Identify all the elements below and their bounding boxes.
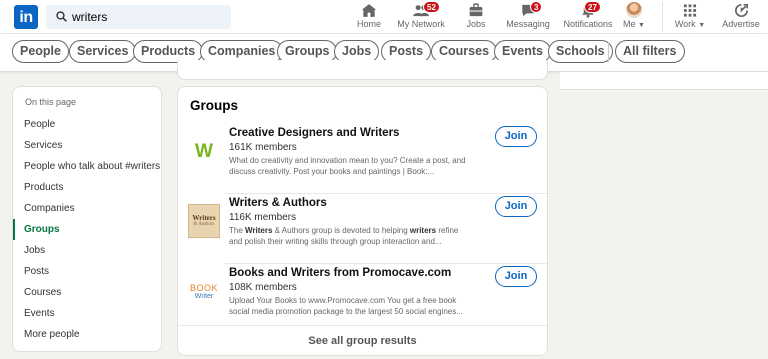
- network-count-badge: 52: [423, 1, 440, 13]
- notifications-count-badge: 27: [584, 1, 601, 13]
- group-name[interactable]: Creative Designers and Writers: [229, 127, 399, 139]
- nav-advertise-label: Advertise: [722, 19, 760, 29]
- join-button[interactable]: Join: [495, 196, 537, 217]
- sidebar-heading: On this page: [25, 97, 77, 107]
- sidebar-item-groups[interactable]: Groups: [13, 219, 161, 240]
- search-input[interactable]: [72, 8, 222, 26]
- group-description: The Writers & Authors group is devoted t…: [229, 225, 489, 247]
- group-description-line: Upload Your Books to www.Promocave.com Y…: [229, 296, 457, 305]
- sidebar-item-products[interactable]: Products: [13, 177, 161, 198]
- filter-schools[interactable]: Schools: [548, 40, 613, 63]
- sidebar-item-more-people[interactable]: More people: [13, 324, 161, 345]
- group-member-count: 161K members: [229, 142, 297, 153]
- grid-icon: [683, 4, 697, 17]
- group-member-count: 108K members: [229, 282, 297, 293]
- filter-people[interactable]: People: [12, 40, 69, 63]
- nav-messaging-label: Messaging: [506, 19, 550, 29]
- group-logo-letter: W: [195, 141, 213, 162]
- nav-my-network-label: My Network: [397, 19, 445, 29]
- search-icon: [56, 11, 67, 22]
- group-description-line: social media promotion package to the la…: [229, 307, 463, 316]
- sidebar-item-people[interactable]: People: [13, 114, 161, 135]
- home-icon: [361, 4, 377, 17]
- previous-section-card: [177, 60, 548, 80]
- all-filters-button[interactable]: All filters: [615, 40, 685, 63]
- nav-notifications[interactable]: 27 Notifications: [557, 1, 619, 32]
- nav-home[interactable]: Home: [354, 2, 384, 32]
- nav-me-label: Me: [623, 19, 636, 29]
- nav-jobs[interactable]: Jobs: [462, 2, 490, 32]
- linkedin-logo[interactable]: in: [14, 5, 38, 29]
- group-description: What do creativity and innovation mean t…: [229, 155, 489, 177]
- group-logo[interactable]: W: [188, 136, 220, 168]
- group-description-line: and polish their writing skills through …: [229, 237, 442, 246]
- group-logo-text: & Authors: [193, 222, 215, 227]
- group-logo[interactable]: Writers & Authors: [188, 204, 220, 238]
- nav-divider: [662, 2, 663, 32]
- group-description-line: The Writers & Authors group is devoted t…: [229, 226, 459, 235]
- nav-notifications-label: Notifications: [563, 19, 613, 29]
- group-description-line: What do creativity and innovation mean t…: [229, 156, 466, 165]
- nav-work-label: Work: [674, 19, 696, 29]
- sidebar-item-companies[interactable]: Companies: [13, 198, 161, 219]
- advertise-icon: [734, 3, 748, 17]
- nav-messaging[interactable]: 3 Messaging: [505, 1, 551, 32]
- group-result: BOOK Writer Books and Writers from Promo…: [178, 264, 547, 334]
- group-name[interactable]: Writers & Authors: [229, 197, 327, 209]
- group-result: W Creative Designers and Writers 161K me…: [178, 124, 547, 194]
- nav-my-network[interactable]: 52 My Network: [397, 1, 445, 32]
- join-button[interactable]: Join: [495, 266, 537, 287]
- see-all-groups-link[interactable]: See all group results: [178, 325, 547, 355]
- sidebar-item-events[interactable]: Events: [13, 303, 161, 324]
- nav-work[interactable]: Work ▼: [673, 2, 707, 32]
- group-logo-text: BOOK: [189, 283, 218, 293]
- right-rail-card: [560, 72, 768, 90]
- group-description: Upload Your Books to www.Promocave.com Y…: [229, 295, 489, 317]
- chevron-down-icon: ▼: [638, 22, 645, 29]
- group-member-count: 116K members: [229, 212, 297, 223]
- nav-jobs-label: Jobs: [466, 19, 486, 29]
- sidebar-item-jobs[interactable]: Jobs: [13, 240, 161, 261]
- top-navigation-bar: in Home 52 My Network Jobs 3 Messaging 2…: [0, 0, 768, 34]
- group-logo[interactable]: BOOK Writer: [188, 276, 220, 308]
- group-description-line: discuss creativity. Post your books and …: [229, 167, 435, 176]
- sidebar-item-people-who-talk[interactable]: People who talk about #writers: [13, 156, 161, 177]
- search-box[interactable]: [46, 5, 231, 29]
- nav-me[interactable]: Me ▼: [620, 2, 648, 32]
- chevron-down-icon: ▼: [698, 22, 706, 29]
- groups-results-card: Groups W Creative Designers and Writers …: [177, 86, 548, 356]
- join-button[interactable]: Join: [495, 126, 537, 147]
- nav-home-label: Home: [356, 19, 381, 29]
- avatar: [626, 2, 642, 18]
- sidebar-item-services[interactable]: Services: [13, 135, 161, 156]
- nav-advertise[interactable]: Advertise: [720, 2, 762, 32]
- section-title: Groups: [190, 98, 239, 113]
- filter-divider: [608, 42, 609, 62]
- on-this-page-sidebar: On this page People Services People who …: [12, 86, 162, 352]
- filter-services[interactable]: Services: [69, 40, 137, 63]
- group-logo-text: Writers: [192, 214, 216, 222]
- sidebar-item-posts[interactable]: Posts: [13, 261, 161, 282]
- group-name[interactable]: Books and Writers from Promocave.com: [229, 267, 451, 279]
- messaging-count-badge: 3: [530, 1, 543, 13]
- briefcase-icon: [469, 3, 483, 17]
- group-result: Writers & Authors Writers & Authors 116K…: [178, 194, 547, 264]
- sidebar-item-courses[interactable]: Courses: [13, 282, 161, 303]
- group-logo-text: Writer: [194, 293, 214, 300]
